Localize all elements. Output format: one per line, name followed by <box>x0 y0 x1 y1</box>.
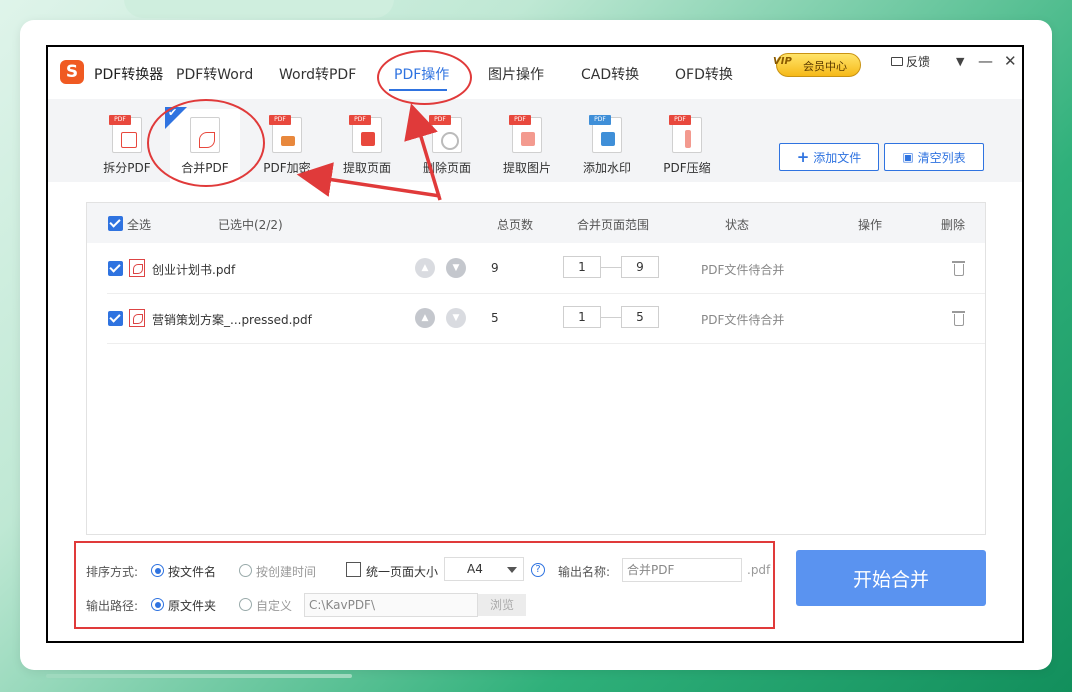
tool-label: PDF压缩 <box>663 161 711 175</box>
range-from-input[interactable]: 1 <box>563 306 601 328</box>
trash-icon: ▣ <box>902 150 914 164</box>
feedback-icon[interactable] <box>891 57 903 66</box>
move-down-button[interactable]: ▼ <box>446 258 466 278</box>
tool-label: PDF加密 <box>263 161 311 175</box>
row-checkbox[interactable] <box>108 311 123 326</box>
select-all-label: 全选 <box>127 218 152 232</box>
file-status: PDF文件待合并 <box>701 263 785 277</box>
delete-row-icon[interactable] <box>952 261 965 276</box>
delete-page-icon: PDF <box>429 115 462 153</box>
minimize-icon[interactable]: — <box>978 52 993 70</box>
header-merge-range: 合并页面范围 <box>577 218 650 232</box>
close-icon[interactable]: ✕ <box>1004 52 1017 70</box>
row-checkbox[interactable] <box>108 261 123 276</box>
tab-ofd-convert[interactable]: OFD转换 <box>675 64 733 84</box>
vip-center-label: 会员中心 <box>803 60 847 73</box>
tool-add-watermark[interactable]: PDF 添加水印 <box>572 115 642 191</box>
card-decoration <box>46 674 352 678</box>
vip-crown-icon: VIP <box>773 56 792 67</box>
extract-page-icon: PDF <box>349 115 382 153</box>
tab-cad-convert[interactable]: CAD转换 <box>581 64 639 84</box>
table-row: 创业计划书.pdf ▲ ▼ 9 1 9 PDF文件待合并 <box>107 243 985 294</box>
range-separator <box>601 267 621 268</box>
tool-label: 添加水印 <box>582 161 631 175</box>
tool-delete-page[interactable]: PDF 删除页面 <box>412 115 482 191</box>
header-status: 状态 <box>725 218 750 232</box>
add-file-button[interactable]: + 添加文件 <box>779 143 879 171</box>
tab-pdf-to-word[interactable]: PDF转Word <box>176 64 253 84</box>
tool-compress-pdf[interactable]: PDF PDF压缩 <box>652 115 722 191</box>
title-bar: S PDF转换器 PDF转Word Word转PDF PDF操作 图片操作 CA… <box>48 47 1022 97</box>
sogou-logo-icon: S <box>60 60 84 84</box>
header-total-pages: 总页数 <box>497 218 534 232</box>
table-row: 营销策划方案_...pressed.pdf ▲ ▼ 5 1 5 PDF文件待合并 <box>107 293 985 344</box>
annotation-circle-merge-pdf <box>147 99 265 187</box>
tool-label: 提取图片 <box>502 161 551 175</box>
clear-list-label: 清空列表 <box>917 150 966 165</box>
range-to-input[interactable]: 5 <box>621 306 659 328</box>
select-all-checkbox[interactable] <box>108 216 123 231</box>
extract-image-icon: PDF <box>509 115 542 153</box>
tool-extract-image[interactable]: PDF 提取图片 <box>492 115 562 191</box>
range-from-input[interactable]: 1 <box>563 256 601 278</box>
range-separator <box>601 317 621 318</box>
file-name: 创业计划书.pdf <box>152 263 236 277</box>
add-file-label: 添加文件 <box>813 150 862 165</box>
file-name: 营销策划方案_...pressed.pdf <box>152 313 312 327</box>
pdf-file-icon <box>129 309 145 327</box>
tab-word-to-pdf[interactable]: Word转PDF <box>279 64 356 84</box>
start-merge-button[interactable]: 开始合并 <box>796 550 986 606</box>
split-pdf-icon: PDF <box>109 115 142 153</box>
file-status: PDF文件待合并 <box>701 313 785 327</box>
clear-list-button[interactable]: ▣ 清空列表 <box>884 143 984 171</box>
selected-count: 已选中(2/2) <box>218 218 283 232</box>
lock-pdf-icon: PDF <box>269 115 302 153</box>
menu-dropdown-icon[interactable]: ▼ <box>956 55 964 68</box>
header-action: 操作 <box>858 218 883 232</box>
file-list: 全选 已选中(2/2) 总页数 合并页面范围 状态 操作 删除 创业计划书.pd… <box>86 202 986 535</box>
total-pages: 5 <box>491 311 499 325</box>
move-up-button[interactable]: ▲ <box>415 258 435 278</box>
plus-icon: + <box>796 148 810 166</box>
compress-pdf-icon: PDF <box>669 115 702 153</box>
tool-extract-page[interactable]: PDF 提取页面 <box>332 115 402 191</box>
watermark-icon: PDF <box>589 115 622 153</box>
vip-center-button[interactable]: VIP 会员中心 <box>773 53 861 77</box>
annotation-circle-pdf-operations <box>377 50 472 105</box>
tool-label: 提取页面 <box>342 161 391 175</box>
annotation-box-options <box>74 541 775 629</box>
total-pages: 9 <box>491 261 499 275</box>
delete-row-icon[interactable] <box>952 311 965 326</box>
tab-image-operations[interactable]: 图片操作 <box>488 64 544 84</box>
range-to-input[interactable]: 9 <box>621 256 659 278</box>
tool-label: 删除页面 <box>422 161 471 175</box>
file-list-header: 全选 已选中(2/2) 总页数 合并页面范围 状态 操作 删除 <box>87 203 985 243</box>
app-title: PDF转换器 <box>94 67 164 83</box>
move-down-button[interactable]: ▼ <box>446 308 466 328</box>
move-up-button[interactable]: ▲ <box>415 308 435 328</box>
feedback-link[interactable]: 反馈 <box>906 53 930 70</box>
pdf-file-icon <box>129 259 145 277</box>
background-decoration <box>124 0 394 18</box>
header-delete: 删除 <box>941 218 966 232</box>
